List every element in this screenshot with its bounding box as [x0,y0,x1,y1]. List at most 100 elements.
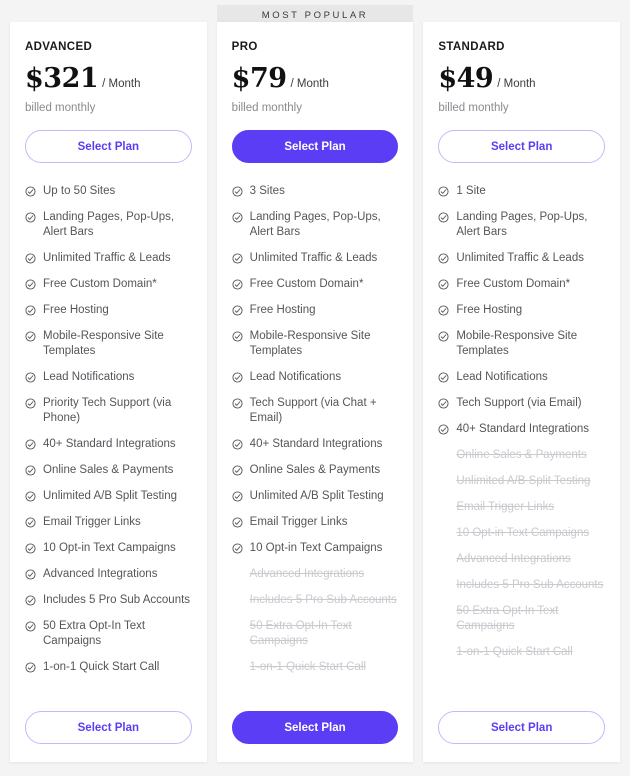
feature-item: Email Trigger Links [25,515,192,530]
circle-check-icon [438,305,449,316]
feature-label: Email Trigger Links [456,501,555,513]
circle-check-icon [25,517,36,528]
circle-check-icon [25,465,36,476]
feature-label: Unlimited Traffic & Leads [249,252,378,264]
plan-billing-note: billed monthly [438,102,509,114]
feature-label: 40+ Standard Integrations [249,438,383,450]
select-plan-button-bottom-pro[interactable]: Select Plan [231,711,399,744]
feature-label: 10 Opt-in Text Campaigns [456,527,590,539]
select-plan-button-top-advanced[interactable]: Select Plan [25,130,192,163]
plan-price-period: / Month [102,78,141,90]
feature-item: Advanced Integrations [438,552,605,567]
feature-item: Unlimited Traffic & Leads [438,251,605,266]
circle-check-icon [438,372,449,383]
plan-name: STANDARD [438,41,505,53]
feature-item: Email Trigger Links [232,515,399,530]
feature-label: Up to 50 Sites [43,185,116,197]
pricing-table: MOST POPULAR ADVANCED $321/ Month billed m… [0,0,630,776]
feature-label: 1-on-1 Quick Start Call [249,661,366,673]
circle-check-icon [25,491,36,502]
feature-item: Email Trigger Links [438,500,605,515]
feature-item: Landing Pages, Pop-Ups, Alert Bars [25,210,192,240]
feature-label: Unlimited Traffic & Leads [43,252,171,264]
circle-check-icon [25,279,36,290]
feature-item: Includes 5 Pro Sub Accounts [438,578,605,593]
circle-check-icon [25,398,36,409]
feature-label: Lead Notifications [43,371,135,383]
feature-label: Free Hosting [43,304,109,316]
feature-item: 10 Opt-in Text Campaigns [232,541,399,556]
feature-label: Unlimited A/B Split Testing [43,490,178,502]
feature-label: Free Custom Domain* [43,278,157,290]
select-plan-button-top-standard[interactable]: Select Plan [438,130,606,163]
circle-check-icon [25,372,36,383]
circle-check-icon [232,372,243,383]
feature-label: Advanced Integrations [43,568,158,580]
feature-label: Mobile-Responsive Site Templates [249,330,371,357]
feature-item: Tech Support (via Email) [438,396,605,411]
feature-item: 1 Site [438,184,605,199]
feature-label: 40+ Standard Integrations [456,423,590,435]
feature-item: Free Hosting [25,303,192,318]
feature-label: 10 Opt-in Text Campaigns [43,542,176,554]
feature-item: Mobile-Responsive Site Templates [232,329,399,359]
feature-label: Landing Pages, Pop-Ups, Alert Bars [456,211,588,238]
feature-item: Lead Notifications [232,370,399,385]
circle-check-icon [232,305,243,316]
plan-price-amount: $49 [438,63,494,94]
select-plan-button-bottom-standard[interactable]: Select Plan [438,711,606,744]
feature-item: Online Sales & Payments [232,463,399,478]
feature-list: 1 Site Landing Pages, Pop-Ups, Alert Bars… [438,184,605,703]
circle-check-icon [25,305,36,316]
feature-label: 1 Site [456,185,486,197]
feature-label: 50 Extra Opt-In Text Campaigns [456,605,559,632]
feature-item: Up to 50 Sites [25,184,192,199]
circle-check-icon [232,212,243,223]
feature-label: Landing Pages, Pop-Ups, Alert Bars [43,211,175,238]
feature-item: Unlimited A/B Split Testing [232,489,399,504]
circle-check-icon [232,279,243,290]
feature-item: 50 Extra Opt-In Text Campaigns [438,604,605,634]
select-plan-button-top-pro[interactable]: Select Plan [231,130,399,163]
feature-label: Advanced Integrations [249,568,365,580]
feature-label: Online Sales & Payments [456,449,587,461]
feature-list: Up to 50 Sites Landing Pages, Pop-Ups, Al… [25,184,192,703]
plan-price-period: / Month [497,78,536,90]
feature-label: 40+ Standard Integrations [43,438,176,450]
feature-label: Includes 5 Pro Sub Accounts [43,594,191,606]
feature-item: Online Sales & Payments [25,463,192,478]
feature-item: Landing Pages, Pop-Ups, Alert Bars [232,210,399,240]
feature-label: Mobile-Responsive Site Templates [43,330,164,357]
feature-item: Mobile-Responsive Site Templates [438,329,605,359]
feature-label: Tech Support (via Email) [456,397,582,409]
feature-label: Free Hosting [456,304,523,316]
feature-item: 50 Extra Opt-In Text Campaigns [232,619,399,649]
feature-label: Unlimited A/B Split Testing [456,475,591,487]
feature-item: Advanced Integrations [25,567,192,582]
plan-billing-note: billed monthly [231,102,302,114]
feature-label: Includes 5 Pro Sub Accounts [456,579,604,591]
circle-check-icon [438,253,449,264]
feature-label: Priority Tech Support (via Phone) [43,397,172,424]
plan-card-list: ADVANCED $321/ Month billed monthly Select … [0,22,630,762]
plan-price-row: $321/ Month [25,65,192,92]
feature-item: 1-on-1 Quick Start Call [232,660,399,675]
circle-check-icon [438,331,449,342]
feature-item: Free Custom Domain* [438,277,605,292]
plan-price-amount: $321 [25,63,99,94]
feature-item: Priority Tech Support (via Phone) [25,396,192,426]
feature-list: 3 Sites Landing Pages, Pop-Ups, Alert Bar… [232,184,399,703]
select-plan-button-bottom-advanced[interactable]: Select Plan [25,711,192,744]
circle-check-icon [25,212,36,223]
feature-label: Online Sales & Payments [249,464,381,476]
circle-check-icon [232,253,243,264]
feature-item: Free Custom Domain* [232,277,399,292]
circle-check-icon [25,543,36,554]
feature-item: Free Hosting [438,303,605,318]
feature-label: Includes 5 Pro Sub Accounts [249,594,397,606]
plan-name: ADVANCED [25,41,93,53]
feature-item: 10 Opt-in Text Campaigns [438,526,605,541]
plan-card-advanced: ADVANCED $321/ Month billed monthly Select … [10,22,207,762]
circle-check-icon [438,186,449,197]
feature-item: Free Hosting [232,303,399,318]
